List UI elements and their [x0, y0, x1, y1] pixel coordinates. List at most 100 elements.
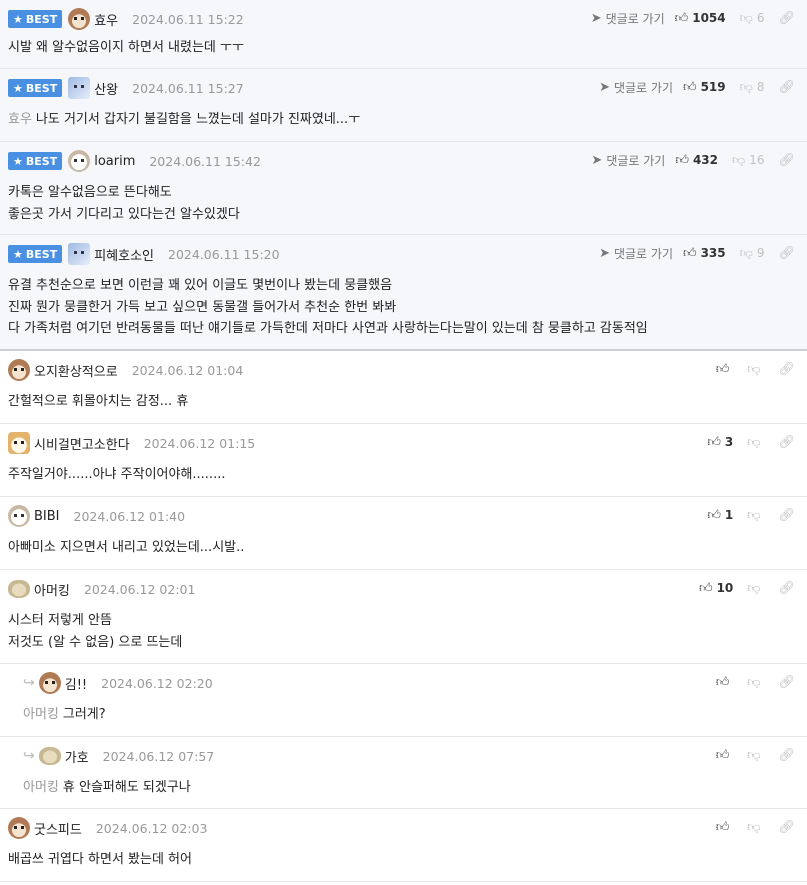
thumbs-up-icon: 👍︎	[675, 152, 689, 168]
like-button[interactable]: 👍︎ 10	[699, 581, 733, 596]
like-count: 1	[724, 508, 734, 522]
dislike-button[interactable]: 👎︎ 16	[732, 153, 764, 168]
share-link-button[interactable]: 🔗︎	[778, 508, 799, 523]
nickname[interactable]: loarim	[94, 154, 135, 169]
share-link-button[interactable]: 🔗︎	[778, 675, 799, 690]
dislike-button[interactable]: 👎︎	[747, 508, 764, 523]
nickname[interactable]: 굿스피드	[34, 819, 82, 838]
dislike-button[interactable]: 👎︎	[747, 820, 764, 835]
share-link-button[interactable]: 🔗︎	[778, 11, 799, 26]
like-button[interactable]: 👍︎ 432	[675, 153, 718, 168]
like-button[interactable]: 👍︎	[716, 362, 734, 377]
avatar[interactable]	[68, 150, 91, 172]
share-link-button[interactable]: 🔗︎	[778, 581, 799, 596]
link-icon: 🔗︎	[778, 674, 795, 690]
go-to-reply-label: 댓글로 가기	[606, 153, 666, 168]
avatar[interactable]	[68, 77, 91, 99]
comment-header: 굿스피드 2024.06.12 02:03	[8, 817, 208, 839]
dislike-button[interactable]: 👎︎	[747, 362, 764, 377]
like-button[interactable]: 👍︎ 3	[707, 435, 733, 450]
nickname[interactable]: 산왕	[94, 79, 118, 98]
dislike-button[interactable]: 👎︎	[747, 748, 764, 763]
comment-line: 시발 왜 알수없음이지 하면서 내렸는데 ㅜㅜ	[8, 37, 244, 59]
avatar[interactable]	[38, 747, 61, 765]
nickname[interactable]: 오지환상적으로	[34, 361, 118, 380]
send-arrow-icon: ➤	[590, 10, 602, 26]
comment-text: 시발 왜 알수없음이지 하면서 내렸는데 ㅜㅜ	[8, 40, 244, 55]
share-link-button[interactable]: 🔗︎	[778, 80, 799, 95]
timestamp: 2024.06.11 15:42	[149, 153, 261, 169]
avatar[interactable]	[8, 432, 30, 454]
like-count: 1054	[692, 11, 726, 25]
dislike-button[interactable]: 👎︎	[747, 435, 764, 450]
comment-actions: ➤ 댓글로 가기 👍︎ 432 👎︎ 16 🔗︎	[591, 150, 799, 170]
share-link-button[interactable]: 🔗︎	[778, 435, 799, 450]
like-count: 3	[724, 435, 734, 449]
dislike-button[interactable]: 👎︎ 6	[740, 11, 765, 26]
avatar[interactable]	[8, 359, 30, 381]
comment-actions: 👍︎ 👎︎ 🔗︎	[716, 817, 799, 837]
comment-body: 배곱쓰 귀엽다 하면서 봤는데 허어	[8, 849, 192, 871]
timestamp: 2024.06.11 15:27	[132, 80, 244, 96]
nickname[interactable]: BIBI	[34, 509, 60, 524]
best-badge-label: BEST	[25, 247, 58, 261]
avatar[interactable]	[38, 672, 61, 694]
like-button[interactable]: 👍︎ 1	[707, 508, 733, 523]
mention-nickname[interactable]: 효우	[8, 112, 32, 127]
comment-header: ★ BEST loarim 2024.06.11 15:42	[8, 150, 261, 172]
like-button[interactable]: 👍︎	[716, 820, 734, 835]
mention-nickname[interactable]: 아머킹	[23, 780, 59, 795]
nickname[interactable]: 김!!	[65, 674, 87, 693]
share-link-button[interactable]: 🔗︎	[778, 748, 799, 763]
like-button[interactable]: 👍︎	[716, 675, 734, 690]
comment-actions: 👍︎ 👎︎ 🔗︎	[716, 672, 799, 692]
comment-item: 굿스피드 2024.06.12 02:03 👍︎ 👎︎ 🔗︎ 배곱쓰 귀엽다 하면서 봤는…	[0, 809, 807, 882]
go-to-reply-link[interactable]: ➤ 댓글로 가기	[591, 10, 665, 27]
dislike-button[interactable]: 👎︎ 9	[740, 246, 765, 261]
dislike-button[interactable]: 👎︎	[747, 581, 764, 596]
comment-item: ★ BEST 산왕 2024.06.11 15:27 ➤ 댓글로 가기 👍︎ 519 👎︎ 8 🔗︎…	[0, 69, 807, 142]
reply-arrow-icon: ↪	[23, 675, 35, 691]
thumbs-down-icon: 👎︎	[739, 245, 753, 261]
best-badge: ★ BEST	[8, 79, 63, 97]
avatar[interactable]	[8, 580, 30, 598]
like-button[interactable]: 👍︎	[716, 748, 734, 763]
star-icon: ★	[13, 12, 23, 26]
dislike-button[interactable]: 👎︎ 8	[740, 80, 765, 95]
share-link-button[interactable]: 🔗︎	[778, 153, 799, 168]
mention-nickname[interactable]: 아머킹	[23, 707, 59, 722]
share-link-button[interactable]: 🔗︎	[778, 246, 799, 261]
nickname[interactable]: 시비걸면고소한다	[34, 434, 130, 453]
dislike-count: 16	[749, 153, 765, 167]
share-link-button[interactable]: 🔗︎	[778, 820, 799, 835]
comment-item: ★ BEST loarim 2024.06.11 15:42 ➤ 댓글로 가기 👍︎ 432 👎…	[0, 142, 807, 235]
comment-body: 주작일거야......아냐 주작이어야해........	[8, 464, 225, 486]
comment-line: 주작일거야......아냐 주작이어야해........	[8, 464, 225, 486]
nickname[interactable]: 아머킹	[34, 580, 70, 599]
avatar[interactable]	[8, 505, 30, 527]
timestamp: 2024.06.12 02:03	[95, 820, 208, 836]
reply-comment: ↪ 김!! 2024.06.12 02:20 👍︎ 👎︎ 🔗︎ 아머킹 그러게?	[0, 664, 807, 737]
go-to-reply-link[interactable]: ➤ 댓글로 가기	[591, 152, 665, 169]
link-icon: 🔗︎	[778, 79, 795, 95]
comment-text: 휴 안슬퍼해도 되겠구나	[62, 780, 191, 795]
thumbs-up-icon: 👍︎	[682, 245, 697, 261]
comment-item: ★ BEST 효우 2024.06.11 15:22 ➤ 댓글로 가기 👍︎ 1054 👎︎ 6 🔗…	[0, 0, 807, 69]
avatar[interactable]	[68, 243, 91, 265]
like-button[interactable]: 👍︎ 519	[683, 80, 726, 95]
avatar[interactable]	[8, 817, 30, 839]
avatar[interactable]	[68, 8, 91, 30]
go-to-reply-link[interactable]: ➤ 댓글로 가기	[599, 79, 673, 96]
thumbs-up-icon: 👍︎	[698, 580, 713, 596]
share-link-button[interactable]: 🔗︎	[778, 362, 799, 377]
like-button[interactable]: 👍︎ 1054	[675, 11, 726, 26]
comment-line: 아빠미소 지으면서 내리고 있었는데...시발..	[8, 537, 244, 559]
dislike-button[interactable]: 👎︎	[747, 675, 764, 690]
go-to-reply-link[interactable]: ➤ 댓글로 가기	[599, 245, 673, 262]
like-button[interactable]: 👍︎ 335	[683, 246, 726, 261]
nickname[interactable]: 효우	[94, 10, 118, 29]
timestamp: 2024.06.12 02:01	[83, 581, 196, 597]
nickname[interactable]: 가호	[65, 747, 89, 766]
comment-actions: 👍︎ 👎︎ 🔗︎	[716, 359, 799, 379]
nickname[interactable]: 피혜호소인	[94, 245, 154, 264]
